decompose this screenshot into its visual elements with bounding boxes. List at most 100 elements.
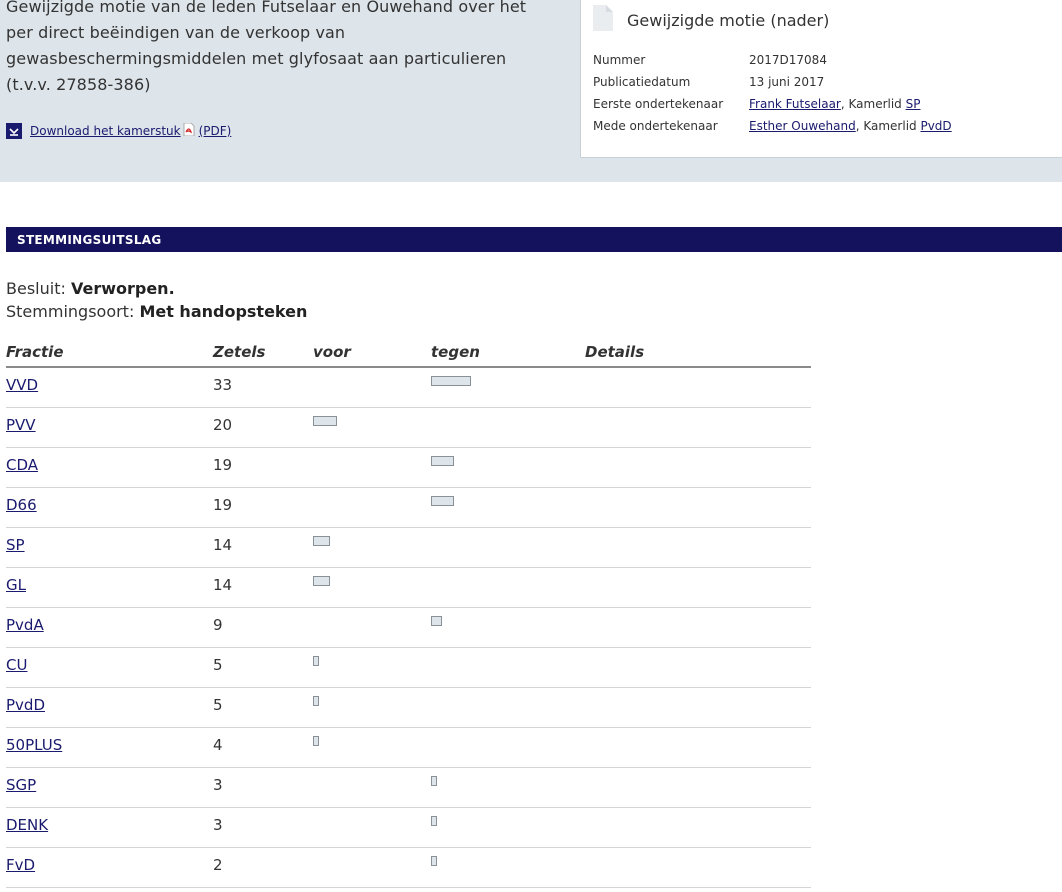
meta-row-publicatiedatum: Publicatiedatum 13 juni 2017 [593,75,824,89]
pdf-format-link[interactable]: (PDF) [199,124,232,138]
table-row: CU 5 [6,648,811,688]
seats-cell: 4 [213,736,223,754]
party-cell: GL [6,576,26,594]
party-cell: SGP [6,776,36,794]
table-row: PvdD 5 [6,688,811,728]
vote-for-bar [313,416,337,426]
meta-value: Esther Ouwehand, Kamerlid PvdD [749,119,952,133]
meta-row-eerste-ondertekenaar: Eerste ondertekenaar Frank Futselaar, Ka… [593,97,920,111]
table-row: SP 14 [6,528,811,568]
vote-for-bar [313,536,330,546]
party-cell: DENK [6,816,48,834]
vote-for-bar [313,656,319,666]
seats-cell: 5 [213,656,223,674]
party-cell: PVV [6,416,36,434]
table-row: SGP 3 [6,768,811,808]
vote-against-bar [431,496,454,506]
party-link[interactable]: D66 [6,496,37,514]
seats-cell: 20 [213,416,233,434]
vote-against-bar [431,816,437,826]
party-cell: 50PLUS [6,736,62,754]
vote-type-label: Stemmingsoort: [6,302,135,321]
party-link[interactable]: PvdA [6,616,44,634]
vote-against-bar [431,456,454,466]
seats-cell: 33 [213,376,233,394]
cosigner-link[interactable]: Esther Ouwehand [749,119,856,133]
party-link[interactable]: FvD [6,856,35,874]
party-cell: VVD [6,376,38,394]
col-party: Fractie [6,343,64,361]
vote-table: Fractie Zetels voor tegen Details VVD 33 P… [6,340,811,888]
party-cell: FvD [6,856,35,874]
seats-cell: 3 [213,776,223,794]
meta-value: 2017D17084 [749,53,827,67]
seats-cell: 3 [213,816,223,834]
download-link[interactable]: Download het kamerstuk [30,124,181,138]
table-row: VVD 33 [6,368,811,408]
meta-label: Mede ondertekenaar [593,119,718,133]
party-link[interactable]: PVV [6,416,36,434]
vote-section-header: STEMMINGSUITSLAG [6,227,1062,252]
decision-line: Besluit: Verworpen. [6,277,307,300]
seats-cell: 9 [213,616,223,634]
meta-label: Eerste ondertekenaar [593,97,724,111]
seats-cell: 19 [213,496,233,514]
party-link[interactable]: SP [6,536,25,554]
seats-cell: 14 [213,536,233,554]
vote-against-bar [431,616,442,626]
meta-row-nummer: Nummer 2017D17084 [593,53,827,67]
download-row: Download het kamerstuk (PDF) [6,121,231,141]
seats-cell: 14 [213,576,233,594]
table-row: CDA 19 [6,448,811,488]
table-row: PvdA 9 [6,608,811,648]
vote-against-bar [431,376,471,386]
card-header: Gewijzigde motie (nader) [593,5,829,35]
meta-value: 13 juni 2017 [749,75,825,89]
vote-type-line: Stemmingsoort: Met handopsteken [6,300,307,323]
table-body: VVD 33 PVV 20 CDA 19 D66 19 SP 14 GL 14 PvdA 9 CU 5 PvdD… [6,368,811,888]
party-link[interactable]: SGP [6,776,36,794]
party-cell: SP [6,536,25,554]
party-cell: D66 [6,496,37,514]
party-link[interactable]: GL [6,576,26,594]
seats-cell: 5 [213,696,223,714]
party-cell: CU [6,656,27,674]
document-icon [593,5,613,35]
col-against: tegen [431,343,480,361]
decision-value: Verworpen. [70,279,175,298]
party-link[interactable]: PvdD [920,119,951,133]
party-link[interactable]: CU [6,656,27,674]
party-cell: CDA [6,456,38,474]
vote-against-bar [431,856,437,866]
vote-for-bar [313,736,319,746]
party-link[interactable]: DENK [6,816,48,834]
download-icon[interactable] [6,123,22,139]
table-row: DENK 3 [6,808,811,848]
decision-label: Besluit: [6,279,66,298]
party-link[interactable]: CDA [6,456,38,474]
party-link[interactable]: VVD [6,376,38,394]
table-row: D66 19 [6,488,811,528]
col-seats: Zetels [213,343,266,361]
vote-against-bar [431,776,437,786]
cosigner-role: , Kamerlid [855,119,921,133]
col-for: voor [313,343,351,361]
party-link[interactable]: 50PLUS [6,736,62,754]
meta-label: Publicatiedatum [593,75,691,89]
col-details: Details [585,343,645,361]
signer-role: , Kamerlid [840,97,906,111]
signer-link[interactable]: Frank Futselaar [749,97,841,111]
meta-row-mede-ondertekenaar: Mede ondertekenaar Esther Ouwehand, Kame… [593,119,952,133]
motion-description: Gewijzigde motie van de leden Futselaar … [6,0,527,94]
party-link[interactable]: SP [906,97,921,111]
table-row: FvD 2 [6,848,811,888]
seats-cell: 2 [213,856,223,874]
decision-block: Besluit: Verworpen. Stemmingsoort: Met h… [6,277,307,323]
meta-label: Nummer [593,53,646,67]
vote-for-bar [313,696,319,706]
vote-type-value: Met handopsteken [139,302,308,321]
vote-for-bar [313,576,330,586]
table-row: 50PLUS 4 [6,728,811,768]
pdf-icon [183,122,195,139]
party-link[interactable]: PvdD [6,696,45,714]
